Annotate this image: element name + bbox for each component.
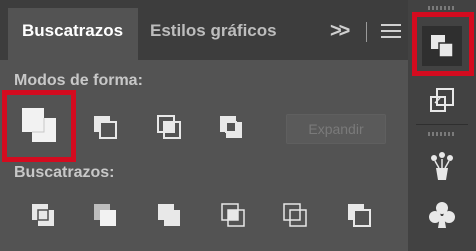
divide-button[interactable]: [24, 196, 64, 236]
symbols-club-icon: [429, 202, 455, 228]
tab-buscatrazos[interactable]: Buscatrazos: [8, 8, 138, 60]
pathfinder-panel-icon: [431, 35, 454, 58]
minus-back-icon: [348, 204, 371, 227]
dock-grip[interactable]: [428, 6, 456, 10]
dock-separator: [416, 124, 468, 125]
trim-button[interactable]: [86, 196, 126, 236]
minus-front-icon: [94, 116, 117, 139]
exclude-icon: [220, 116, 242, 138]
outline-icon: [283, 203, 307, 227]
trim-icon: [94, 204, 116, 226]
divide-icon: [32, 204, 54, 226]
exclude-button[interactable]: [212, 108, 252, 148]
transform-panel-icon: [430, 88, 454, 112]
merge-button[interactable]: [150, 196, 190, 236]
pathfinders-label: Buscatrazos:: [14, 164, 115, 181]
dock-transform-button[interactable]: [422, 80, 462, 120]
more-tabs-icon[interactable]: >>: [330, 8, 350, 54]
pathfinder-panel: Buscatrazos Estilos gráficos >> Modos de…: [0, 0, 408, 251]
dock-grip-2[interactable]: [428, 132, 456, 136]
unite-icon: [22, 108, 56, 142]
minus-back-button[interactable]: [340, 196, 380, 236]
intersect-icon: [157, 115, 181, 139]
merge-icon: [158, 204, 180, 226]
outline-button[interactable]: [276, 196, 316, 236]
dock-pathfinder-button[interactable]: [422, 26, 462, 66]
panel-tab-bar: Buscatrazos Estilos gráficos >>: [0, 0, 408, 60]
minus-front-button[interactable]: [86, 108, 126, 148]
crop-button[interactable]: [214, 196, 254, 236]
intersect-button[interactable]: [150, 108, 190, 148]
dock-symbols-button[interactable]: [422, 196, 462, 236]
crop-icon: [221, 203, 245, 227]
panel-dock: [408, 0, 476, 251]
unite-button[interactable]: [18, 104, 62, 148]
tab-controls: >>: [288, 8, 408, 54]
dock-symbol-sprayer-button[interactable]: [422, 146, 462, 186]
symbol-sprayer-icon: [431, 152, 453, 180]
shape-modes-label: Modos de forma:: [14, 72, 143, 89]
expand-button[interactable]: Expandir: [286, 114, 386, 144]
tab-estilos-graficos[interactable]: Estilos gráficos: [138, 8, 288, 60]
panel-menu-icon[interactable]: [381, 24, 401, 38]
tab-divider: [366, 22, 367, 42]
